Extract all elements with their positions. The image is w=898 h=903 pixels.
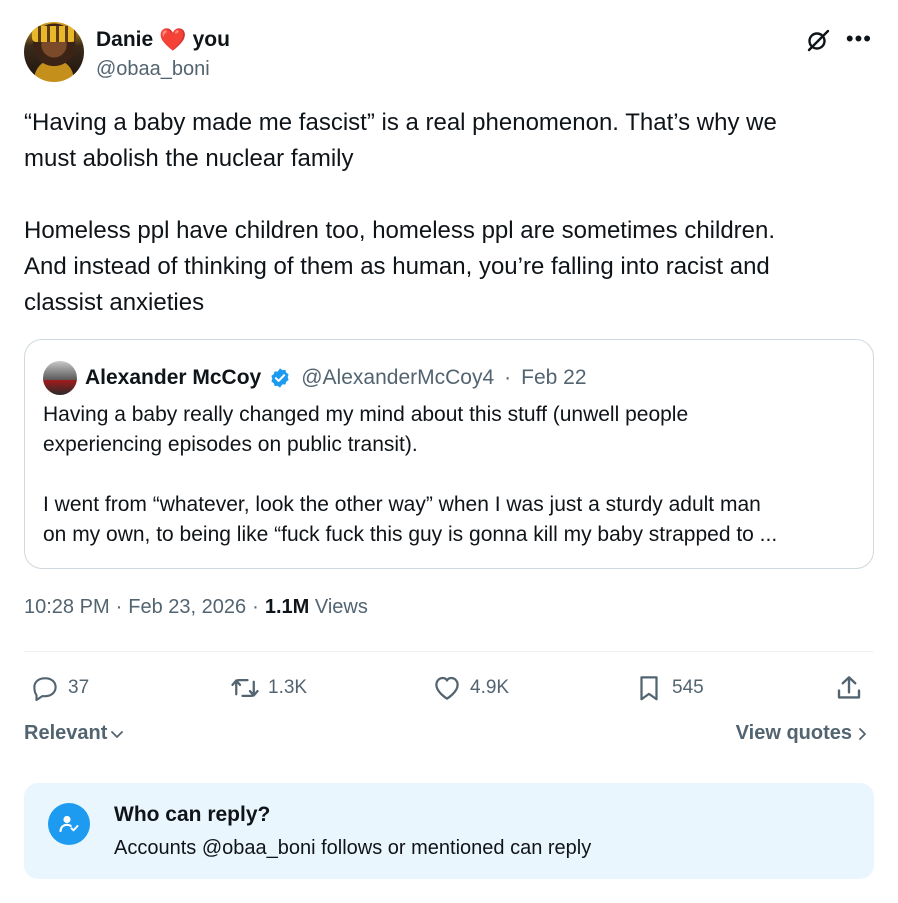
views-label: Views	[314, 596, 368, 618]
quoted-author-name[interactable]: Alexander McCoy	[85, 366, 261, 390]
reply-button[interactable]: 37	[30, 668, 89, 708]
view-quotes-label: View quotes	[735, 722, 852, 744]
share-button[interactable]	[834, 668, 864, 708]
reply-sort-row: Relevant View quotes	[24, 720, 874, 750]
who-can-reply-box: Who can reply? Accounts @obaa_boni follo…	[24, 783, 874, 879]
reply-count: 37	[68, 677, 90, 698]
tweet-date[interactable]: Feb 23, 2026	[128, 596, 246, 619]
view-quotes-link[interactable]: View quotes	[736, 722, 870, 745]
divider	[24, 651, 874, 652]
bookmark-count: 545	[672, 677, 704, 698]
tweet-line: And instead of thinking of them as human…	[24, 253, 770, 280]
tweet-time[interactable]: 10:28 PM	[24, 596, 110, 619]
views-count: 1.1M	[264, 596, 310, 618]
quoted-line	[43, 460, 863, 490]
who-can-reply-description: Accounts @obaa_boni follows or mentioned…	[114, 837, 592, 859]
like-count: 4.9K	[470, 677, 510, 698]
author-avatar[interactable]	[24, 22, 84, 82]
quoted-line: I went from “whatever, look the other wa…	[43, 493, 761, 516]
repost-icon	[231, 679, 259, 697]
repost-count: 1.3K	[268, 677, 308, 698]
tweet-text: “Having a baby made me fascist” is a rea…	[24, 105, 874, 321]
who-can-reply-title: Who can reply?	[114, 803, 271, 826]
author-name-text[interactable]: Danie	[96, 28, 153, 52]
tweet-line: must abolish the nuclear family	[24, 145, 354, 172]
quoted-separator: ·	[504, 366, 512, 389]
mentioned-users-icon	[48, 803, 90, 845]
quoted-line: Having a baby really changed my mind abo…	[43, 403, 689, 426]
tweet-line	[24, 177, 874, 213]
meta-separator: ·	[115, 596, 123, 618]
relevant-label: Relevant	[24, 722, 108, 744]
bookmark-icon	[640, 676, 658, 701]
like-heart-icon	[435, 676, 459, 700]
repost-button[interactable]: 1.3K	[230, 668, 307, 708]
heart-icon: ❤️	[159, 27, 187, 52]
action-bar: 37 1.3K 4.9K 545	[24, 668, 874, 708]
author-display-name[interactable]: Danie ❤️ you	[96, 28, 230, 52]
tweet-line: classist anxieties	[24, 289, 205, 316]
grok-icon[interactable]	[806, 28, 830, 52]
quoted-date[interactable]: Feb 22	[521, 366, 586, 390]
quoted-tweet[interactable]: Alexander McCoy @AlexanderMcCoy4 · Feb 2…	[24, 339, 874, 569]
tweet-meta: 10:28 PM · Feb 23, 2026 · 1.1M Views	[24, 596, 368, 619]
tweet-line: Homeless ppl have children too, homeless…	[24, 217, 776, 244]
like-button[interactable]: 4.9K	[432, 668, 509, 708]
more-options-icon[interactable]: •••	[846, 26, 872, 52]
chevron-down-icon	[111, 730, 124, 738]
quoted-author-handle[interactable]: @AlexanderMcCoy4	[301, 366, 494, 390]
bookmark-button[interactable]: 545	[634, 668, 704, 708]
quoted-tweet-text: Having a baby really changed my mind abo…	[43, 400, 863, 550]
quoted-author-avatar[interactable]	[43, 361, 77, 395]
tweet-line: “Having a baby made me fascist” is a rea…	[24, 109, 777, 136]
author-name-suffix[interactable]: you	[193, 28, 230, 52]
relevant-sort-dropdown[interactable]: Relevant	[24, 722, 125, 745]
author-handle[interactable]: @obaa_boni	[96, 58, 210, 81]
avatar-headwear	[32, 26, 76, 42]
reply-icon	[33, 677, 57, 702]
quoted-line: experiencing episodes on public transit)…	[43, 433, 418, 456]
tweet-header: Danie ❤️ you @obaa_boni •••	[24, 22, 874, 84]
quoted-tweet-header: Alexander McCoy @AlexanderMcCoy4 · Feb 2…	[43, 360, 587, 396]
share-icon	[837, 676, 861, 699]
verified-badge-icon	[271, 368, 289, 388]
chevron-right-icon	[859, 727, 866, 740]
quoted-line: on my own, to being like “fuck fuck this…	[43, 523, 778, 546]
meta-separator: ·	[252, 596, 259, 618]
